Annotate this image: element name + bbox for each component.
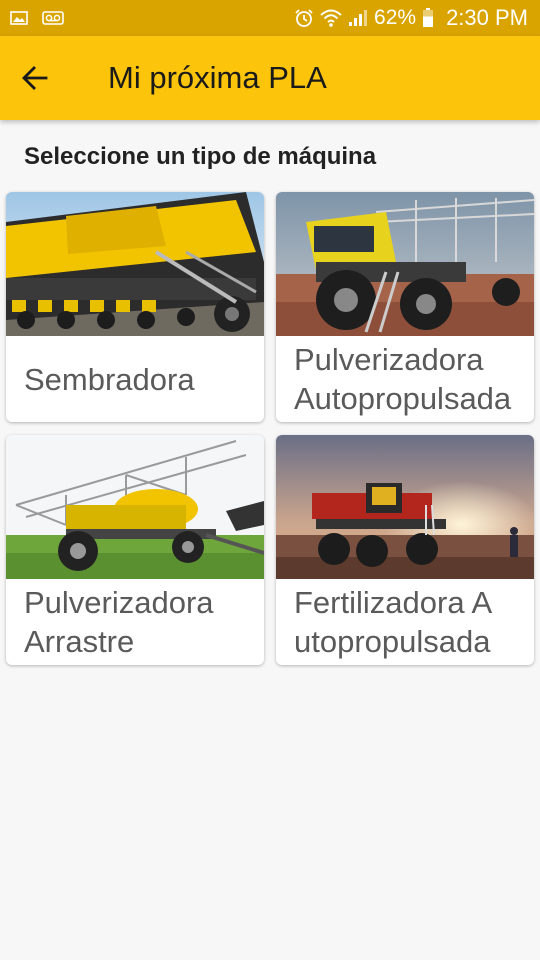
sembradora-photo (6, 192, 264, 336)
machine-card-sembradora[interactable]: Sembradora (6, 192, 264, 422)
machine-label: Fertilizadora A utopropulsada (294, 585, 491, 659)
fertilizadora-autopropulsada-photo (276, 435, 534, 579)
pulverizadora-arrastre-photo (6, 435, 264, 579)
arrow-left-icon (22, 66, 48, 90)
battery-percentage: 62% (374, 6, 417, 29)
gallery-icon (10, 11, 28, 25)
signal-icon (349, 10, 368, 26)
status-bar: 62% 2:30 PM (0, 0, 540, 36)
section-title: Seleccione un tipo de máquina (24, 143, 377, 170)
battery-icon (423, 8, 434, 27)
machine-card-pulverizadora-autopropulsada[interactable]: Pulverizadora Autopropulsada (276, 192, 534, 422)
status-bar-system: 62% 2:30 PM (294, 5, 528, 31)
pulverizadora-autopropulsada-photo (276, 192, 534, 336)
machine-card-pulverizadora-arrastre[interactable]: Pulverizadora Arrastre (6, 435, 264, 665)
clock: 2:30 PM (446, 5, 528, 30)
back-button[interactable] (0, 36, 70, 120)
alarm-icon (295, 9, 313, 27)
status-bar-notifications (10, 11, 64, 25)
app-bar: Mi próxima PLA (0, 36, 540, 120)
machine-card-fertilizadora-autopropulsada[interactable]: Fertilizadora A utopropulsada (276, 435, 534, 665)
machine-label: Pulverizadora Arrastre (24, 585, 214, 659)
machine-label: Sembradora (24, 361, 195, 397)
voicemail-icon (42, 11, 64, 25)
wifi-icon (320, 9, 342, 27)
page-title: Mi próxima PLA (108, 60, 327, 95)
machine-label: Pulverizadora Autopropulsada (294, 342, 512, 416)
